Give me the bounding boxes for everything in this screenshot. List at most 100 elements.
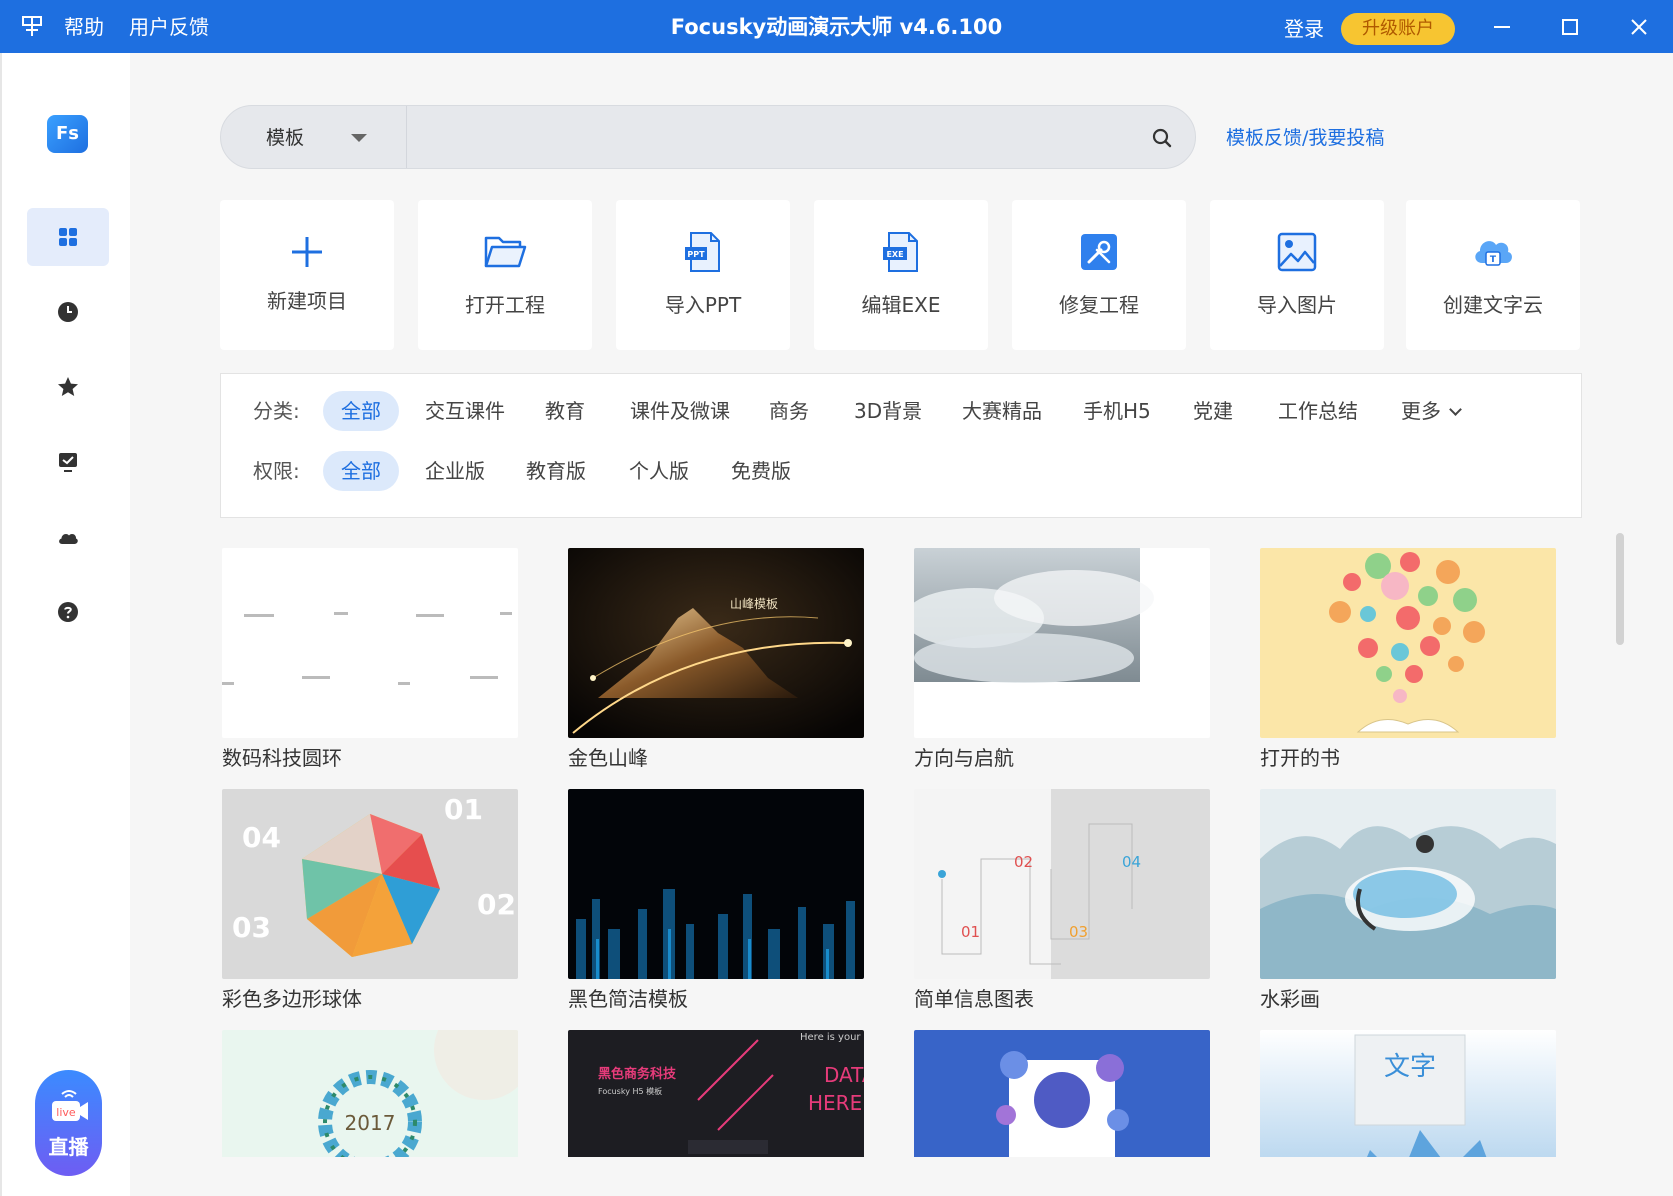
template-thumbnail: 文字 xyxy=(1260,1030,1556,1157)
thumb-text: 01 xyxy=(444,793,483,826)
template-title: 打开的书 xyxy=(1260,746,1340,770)
permission-label: 权限: xyxy=(253,459,300,483)
scrollbar-thumb[interactable] xyxy=(1616,533,1624,645)
repair-project-label: 修复工程 xyxy=(1059,293,1139,317)
nav-recent[interactable] xyxy=(27,283,109,341)
thumb-text: Focusky H5 模板 xyxy=(598,1086,662,1096)
search-bar: 模板 xyxy=(220,105,1196,169)
info-chart-thumbnail: 01 02 03 04 xyxy=(914,789,1210,979)
presentation-check-icon xyxy=(59,453,77,472)
thumb-text: 04 xyxy=(1122,853,1141,871)
live-badge-text: live xyxy=(56,1106,76,1119)
folder-open-icon xyxy=(484,236,527,268)
ppt-file-icon: PPT xyxy=(685,232,720,272)
open-project-label: 打开工程 xyxy=(465,293,545,317)
thumb-text: 黑色商务科技 xyxy=(598,1066,677,1082)
repair-project-button[interactable]: 修复工程 xyxy=(1012,200,1186,350)
template-title: 彩色多边形球体 xyxy=(222,987,362,1011)
permission-chip-all[interactable]: 全部 xyxy=(323,451,399,491)
import-image-button[interactable]: 导入图片 xyxy=(1210,200,1384,350)
template-title: 金色山峰 xyxy=(568,746,648,770)
clouds-thumbnail xyxy=(914,548,1210,738)
nav-templates[interactable] xyxy=(27,208,109,266)
import-ppt-button[interactable]: PPT 导入PPT xyxy=(616,200,790,350)
new-project-label: 新建项目 xyxy=(267,289,347,313)
thumb-text: 01 xyxy=(961,923,980,941)
thumb-text: 2017 xyxy=(345,1111,396,1135)
category-chip[interactable]: 商务 xyxy=(769,398,809,424)
upgrade-account-button[interactable]: 升级账户 xyxy=(1341,13,1455,45)
wreath-2017-thumbnail: 2017 xyxy=(222,1030,518,1157)
import-image-label: 导入图片 xyxy=(1257,293,1337,317)
more-categories-button[interactable]: 更多 xyxy=(1401,398,1462,424)
help-icon xyxy=(58,602,78,622)
template-title: 黑色简洁模板 xyxy=(568,987,688,1011)
nav-favorites[interactable] xyxy=(27,358,109,416)
sidebar: Fs live 直播 xyxy=(0,53,130,1196)
category-chip[interactable]: 大赛精品 xyxy=(962,398,1042,424)
search-type-dropdown[interactable]: 模板 xyxy=(221,106,407,168)
edit-exe-button[interactable]: EXE 编辑EXE xyxy=(814,200,988,350)
new-project-button[interactable]: 新建项目 xyxy=(220,200,394,350)
repair-tools-icon xyxy=(1081,234,1117,270)
open-project-button[interactable]: 打开工程 xyxy=(418,200,592,350)
minimize-icon[interactable] xyxy=(1482,10,1522,44)
golden-mountain-thumbnail: 山峰模板 xyxy=(568,548,864,738)
category-chip[interactable]: 手机H5 xyxy=(1083,398,1151,424)
text-cloud-icon: T xyxy=(1475,241,1512,266)
template-title: 方向与启航 xyxy=(914,746,1014,770)
polygon-sphere-thumbnail: 04 01 02 03 xyxy=(222,789,518,979)
watercolor-thumbnail xyxy=(1260,789,1556,979)
thumb-text: 02 xyxy=(1014,853,1033,871)
nav-help[interactable] xyxy=(27,583,109,641)
template-title: 水彩画 xyxy=(1260,987,1320,1011)
grid-icon xyxy=(59,228,77,246)
template-thumbnail: 04 01 02 03 xyxy=(222,789,518,979)
permission-chip[interactable]: 企业版 xyxy=(425,458,485,484)
main-content: 模板 模板反馈/我要投稿 新建项目 打开工程 PPT 导入PPT EXE 编辑E… xyxy=(130,53,1673,1196)
thumb-text: HERE xyxy=(808,1091,862,1115)
thumb-text: 04 xyxy=(242,821,281,854)
permission-chip[interactable]: 教育版 xyxy=(526,458,586,484)
template-thumbnail: 山峰模板 xyxy=(568,548,864,738)
exe-file-icon: EXE xyxy=(883,232,918,272)
category-chip[interactable]: 教育 xyxy=(545,398,585,424)
thumb-text: 02 xyxy=(477,888,516,921)
nav-cloud[interactable] xyxy=(27,508,109,566)
filter-panel: 分类: 全部 交互课件 教育 课件及微课 商务 3D背景 大赛精品 手机H5 党… xyxy=(220,373,1582,518)
category-chip[interactable]: 党建 xyxy=(1193,398,1233,424)
template-thumbnail xyxy=(222,548,518,738)
live-stream-button[interactable]: live 直播 xyxy=(35,1070,102,1176)
floral-blue-thumbnail xyxy=(914,1030,1210,1157)
cloud-icon xyxy=(59,533,78,544)
search-input[interactable] xyxy=(417,116,1117,158)
help-menu[interactable]: 帮助 xyxy=(64,14,104,40)
import-ppt-label: 导入PPT xyxy=(664,293,742,317)
template-thumbnail: 黑色商务科技 Focusky H5 模板 Here is your DATA H… xyxy=(568,1030,864,1157)
chevron-down-icon xyxy=(351,134,367,142)
category-chip[interactable]: 工作总结 xyxy=(1278,398,1358,424)
maximize-icon[interactable] xyxy=(1550,10,1590,44)
template-thumbnail xyxy=(1260,548,1556,738)
live-label: 直播 xyxy=(48,1135,89,1159)
category-chip[interactable]: 课件及微课 xyxy=(630,398,730,424)
star-icon xyxy=(58,377,78,396)
nav-presentations[interactable] xyxy=(27,433,109,491)
search-type-label: 模板 xyxy=(266,127,305,149)
search-icon[interactable] xyxy=(1151,127,1173,149)
permission-chip[interactable]: 免费版 xyxy=(731,458,791,484)
close-icon[interactable] xyxy=(1619,10,1659,44)
category-chip[interactable]: 交互课件 xyxy=(425,398,505,424)
category-chip[interactable]: 3D背景 xyxy=(854,398,922,424)
login-link[interactable]: 登录 xyxy=(1284,16,1324,42)
template-thumbnail xyxy=(914,548,1210,738)
feedback-menu[interactable]: 用户反馈 xyxy=(129,14,209,40)
menu-icon[interactable] xyxy=(20,14,44,38)
template-thumbnail: 01 02 03 04 xyxy=(914,789,1210,979)
template-feedback-link[interactable]: 模板反馈/我要投稿 xyxy=(1226,126,1384,150)
permission-chip[interactable]: 个人版 xyxy=(629,458,689,484)
category-chip-all[interactable]: 全部 xyxy=(323,391,399,431)
plus-icon xyxy=(292,237,322,267)
create-word-cloud-button[interactable]: T 创建文字云 xyxy=(1406,200,1580,350)
black-business-tech-thumbnail: 黑色商务科技 Focusky H5 模板 Here is your DATA H… xyxy=(568,1030,864,1157)
